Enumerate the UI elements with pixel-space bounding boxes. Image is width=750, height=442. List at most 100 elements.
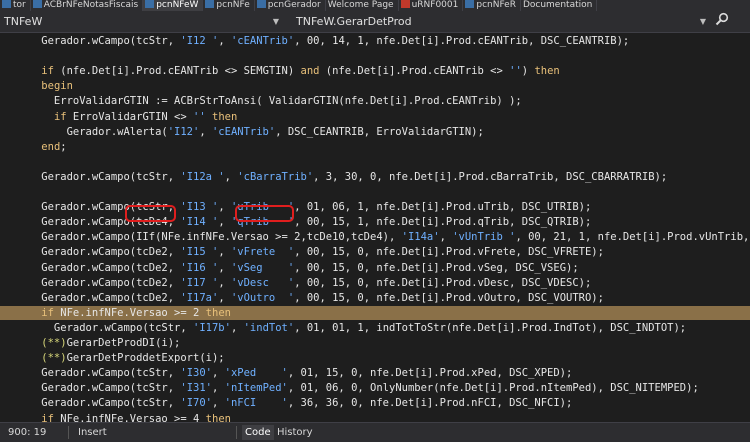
code-editor[interactable]: Gerador.wCampo(tcStr, 'I12 ', 'cEANTrib'… bbox=[0, 33, 750, 422]
find-in-editor-button[interactable] bbox=[710, 12, 734, 30]
code-token: , bbox=[218, 291, 231, 304]
string-token: 'nItemPed' bbox=[224, 382, 288, 395]
code-token: , 36, 36, 0, nfe.Det[i].Prod.nFCI, DSC_N… bbox=[287, 397, 573, 410]
file-tab[interactable]: pcnGerador bbox=[255, 0, 326, 11]
string-token: 'I70' bbox=[180, 397, 212, 410]
code-line: Gerador.wCampo(tcStr, 'I70', 'nFCI ', 36… bbox=[16, 396, 572, 411]
code-token: , bbox=[199, 125, 212, 138]
code-line: begin bbox=[16, 79, 73, 94]
keyword-token: if bbox=[41, 65, 54, 78]
string-token: 'I17 ' bbox=[180, 276, 219, 289]
code-line: Gerador.wCampo(IIf(NFe.infNFe.Versao >= … bbox=[16, 230, 750, 245]
code-token: ErroValidarGTIN := ACBrStrToAnsi( Valida… bbox=[16, 95, 522, 108]
code-token: , bbox=[224, 170, 238, 183]
keyword-token: end bbox=[41, 140, 61, 153]
file-tab-label: Documentation bbox=[522, 0, 593, 10]
file-tab[interactable]: ACBrNFeNotasFiscais bbox=[31, 0, 144, 11]
keyword-token: begin bbox=[41, 80, 73, 93]
code-token: Gerador.wCampo(tcStr, bbox=[16, 35, 181, 47]
file-tab[interactable]: tor bbox=[0, 0, 31, 11]
code-token: , bbox=[211, 382, 225, 395]
code-token: , 3, 30, 0, nfe.Det[i].Prod.cBarraTrib, … bbox=[313, 170, 668, 183]
string-token: 'nFCI ' bbox=[224, 397, 288, 410]
class-combo-value: TNFeW bbox=[4, 15, 43, 28]
code-token: , 01, 06, 0, OnlyNumber(nfe.Det[i].Prod.… bbox=[287, 382, 699, 395]
string-token: 'I16 ' bbox=[180, 261, 219, 274]
code-token: Gerador.wCampo(tcStr, bbox=[16, 321, 194, 334]
file-tab-label: ACBrNFeNotasFiscais bbox=[43, 0, 139, 10]
string-token: 'I12a ' bbox=[180, 170, 225, 183]
keyword-token: then bbox=[205, 412, 231, 423]
code-line: end; bbox=[16, 140, 67, 155]
code-token: Gerador.wCampo(tcDe2, bbox=[16, 246, 181, 259]
code-token: , 00, 15, 0, nfe.Det[i].Prod.vSeg, DSC_V… bbox=[294, 261, 579, 274]
code-line: if NFe.infNFe.Versao >= 4 then bbox=[16, 412, 231, 423]
code-token: , 00, 15, 0, nfe.Det[i].Prod.vFrete, DSC… bbox=[294, 246, 604, 259]
code-token: Gerador.wCampo(tcDe2, bbox=[16, 291, 181, 304]
keyword-token: then bbox=[212, 110, 238, 123]
file-tab[interactable]: pcnNFeR bbox=[463, 0, 521, 11]
file-tab-label: pcnNFeR bbox=[476, 0, 516, 10]
string-token: 'xPed ' bbox=[224, 367, 288, 380]
status-bar: 900: 19 Insert Code History bbox=[0, 422, 750, 442]
code-token: GerarDetProdDI(i); bbox=[66, 337, 181, 349]
annotation-box-qtrib bbox=[235, 205, 294, 222]
keyword-token: then bbox=[205, 306, 231, 319]
code-line: (**)GerarDetProdDI(i); bbox=[16, 336, 180, 351]
code-token: , 01, 15, 0, nfe.Det[i].Prod.xPed, DSC_X… bbox=[287, 367, 573, 380]
code-line: Gerador.wCampo(tcDe2, 'I17a', 'vOutro ',… bbox=[16, 291, 604, 306]
code-token: ; bbox=[60, 140, 67, 153]
string-token: 'I31' bbox=[180, 382, 212, 395]
status-divider bbox=[236, 426, 237, 439]
file-tab[interactable]: Welcome Page bbox=[326, 0, 399, 11]
code-token: , bbox=[218, 261, 231, 274]
code-line: Gerador.wCampo(tcStr, 'I17b', 'indTot', … bbox=[16, 321, 686, 336]
code-token: GerarDetProddetExport(i); bbox=[66, 352, 225, 365]
file-tab[interactable]: uRNF0001 bbox=[399, 0, 464, 11]
string-token: 'vOutro ' bbox=[230, 291, 295, 304]
cursor-position: 900: 19 bbox=[8, 427, 47, 438]
code-line: Gerador.wCampo(tcStr, 'I30', 'xPed ', 01… bbox=[16, 366, 572, 381]
status-divider bbox=[68, 426, 69, 439]
string-token: '' bbox=[193, 110, 206, 123]
tab-history[interactable]: History bbox=[274, 425, 316, 440]
code-token: (nfe.Det[i].Prod.cEANTrib <> bbox=[319, 65, 510, 78]
code-line: if NFe.infNFe.Versao >= 2 then bbox=[16, 306, 231, 321]
unit-file-icon bbox=[256, 0, 266, 8]
tab-code[interactable]: Code bbox=[242, 425, 274, 440]
code-token: , bbox=[439, 231, 453, 244]
code-token: , bbox=[218, 216, 231, 229]
file-tab[interactable]: pcnNFe bbox=[203, 0, 255, 11]
code-line: Gerador.wCampo(tcStr, 'I31', 'nItemPed',… bbox=[16, 381, 699, 396]
class-combo[interactable]: TNFeW ▼ bbox=[4, 14, 279, 29]
file-tab-label: Welcome Page bbox=[327, 0, 394, 10]
unit-file-icon bbox=[205, 0, 215, 8]
file-tab-bar: tor ACBrNFeNotasFiscais pcnNFeW pcnNFe pcnGe… bbox=[0, 0, 750, 11]
code-token: Gerador.wCampo(tcDe2, bbox=[16, 276, 181, 289]
keyword-token: then bbox=[534, 65, 560, 78]
code-line: ErroValidarGTIN := ACBrStrToAnsi( Valida… bbox=[16, 94, 522, 109]
code-token: , 01, 06, 1, nfe.Det[i].Prod.uTrib, DSC_… bbox=[294, 201, 592, 214]
method-combo[interactable]: TNFeW.GerarDetProd ▼ bbox=[296, 14, 706, 29]
code-token: Gerador.wCampo(IIf(NFe.infNFe.Versao >= … bbox=[16, 231, 402, 244]
red-unit-file-icon bbox=[400, 0, 410, 8]
code-line: Gerador.wCampo(tcDe4, 'I14 ', 'qTrib ', … bbox=[16, 215, 591, 230]
code-token: , bbox=[218, 35, 231, 47]
string-token: 'vDesc ' bbox=[230, 276, 295, 289]
code-token: , 00, 21, 1, nfe.Det[i].Prod.vUnTrib, DS… bbox=[515, 231, 750, 244]
keyword-token: if bbox=[53, 110, 67, 123]
file-tab[interactable]: Documentation bbox=[521, 0, 598, 11]
code-line: Gerador.wCampo(tcStr, 'I12 ', 'cEANTrib'… bbox=[16, 34, 629, 49]
unit-file-icon bbox=[2, 0, 11, 8]
unit-file-icon bbox=[32, 0, 42, 8]
file-tab[interactable]: pcnNFeW bbox=[143, 0, 204, 11]
string-token: 'I12' bbox=[167, 125, 200, 138]
code-token: , bbox=[218, 246, 231, 259]
code-token: , 00, 15, 0, nfe.Det[i].Prod.vOutro, DSC… bbox=[294, 291, 604, 304]
code-line: if ErroValidarGTIN <> '' then bbox=[16, 110, 237, 125]
string-token: 'I15 ' bbox=[180, 246, 219, 259]
code-line: Gerador.wCampo(tcStr, 'I12a ', 'cBarraTr… bbox=[16, 170, 667, 185]
